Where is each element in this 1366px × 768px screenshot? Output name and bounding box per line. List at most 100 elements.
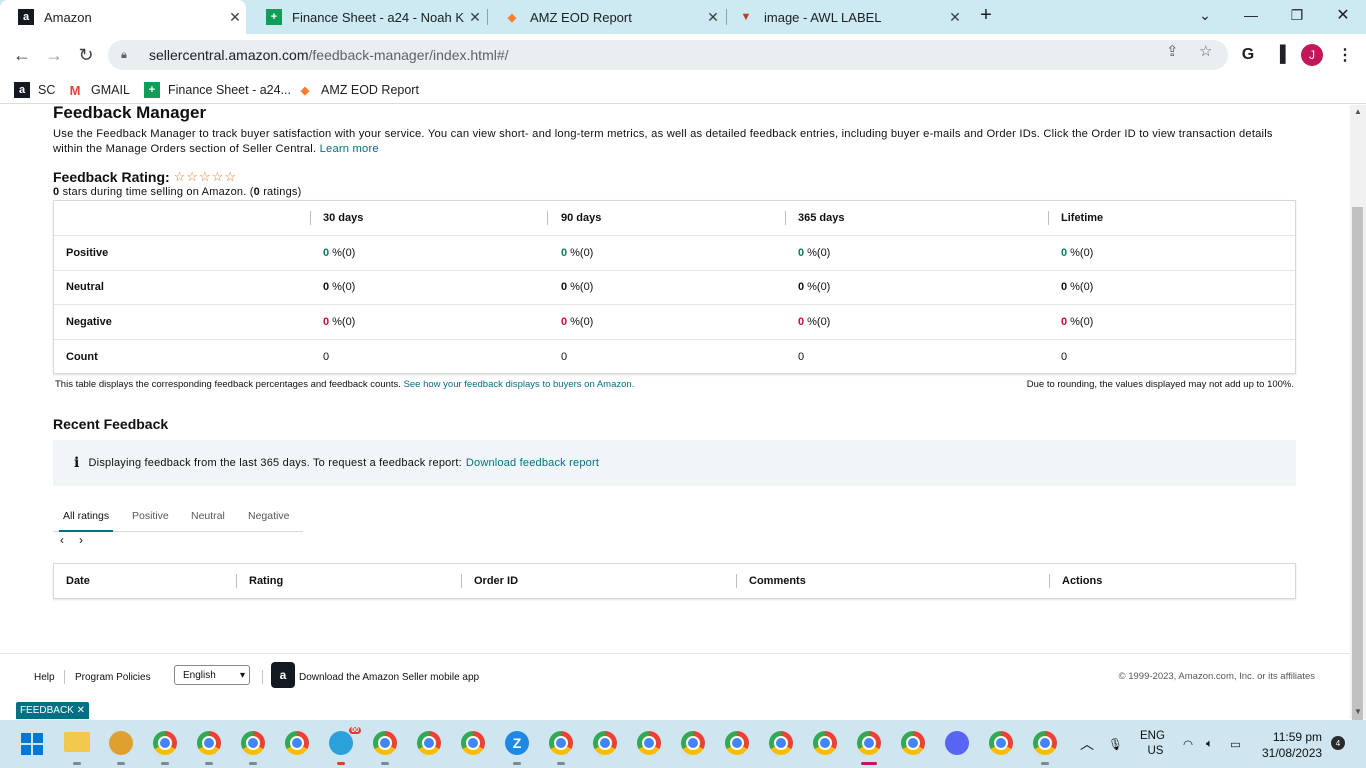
footer-divider bbox=[262, 670, 263, 684]
chrome-profile-icon[interactable] bbox=[901, 731, 925, 755]
table-cell: 0 %(0) bbox=[323, 281, 356, 293]
zoom-icon[interactable]: Z bbox=[505, 731, 529, 755]
close-icon[interactable]: ✕ bbox=[224, 9, 246, 26]
bookmark-label: AMZ EOD Report bbox=[321, 83, 419, 97]
help-link[interactable]: Help bbox=[34, 672, 55, 683]
table-cell: 0 %(0) bbox=[1061, 247, 1094, 259]
close-icon[interactable]: ✕ bbox=[464, 9, 486, 26]
address-bar[interactable]: 🔒︎ sellercentral.amazon.com/feedback-man… bbox=[108, 40, 1228, 70]
google-icon[interactable]: G bbox=[1237, 44, 1259, 66]
scroll-up-icon[interactable]: ▲ bbox=[1350, 107, 1366, 119]
chevron-left-icon[interactable]: ‹ bbox=[60, 533, 64, 547]
tab-awl-label[interactable]: ▼ image - AWL LABEL ✕ bbox=[720, 0, 966, 34]
chevron-up-icon[interactable]: ︿ bbox=[1080, 720, 1094, 768]
chrome-profile-icon[interactable] bbox=[241, 731, 265, 755]
chrome-profile-icon[interactable] bbox=[417, 731, 441, 755]
lock-icon: 🔒︎ bbox=[121, 48, 127, 61]
program-policies-link[interactable]: Program Policies bbox=[75, 672, 151, 683]
bookmark-sc[interactable]: a SC bbox=[14, 81, 55, 99]
forward-icon[interactable]: → bbox=[41, 42, 67, 68]
chrome-profile-icon[interactable] bbox=[989, 731, 1013, 755]
chrome-profile-icon[interactable] bbox=[681, 731, 705, 755]
bookmark-amz-eod[interactable]: ◆ AMZ EOD Report bbox=[297, 81, 419, 99]
volume-icon[interactable]: 🔈︎ bbox=[1206, 720, 1213, 768]
chrome-profile-icon[interactable] bbox=[549, 731, 573, 755]
feedback-display-link[interactable]: See how your feedback displays to buyers… bbox=[404, 379, 635, 390]
window-close-button[interactable]: ✕ bbox=[1320, 0, 1366, 30]
bookmark-finance-sheet[interactable]: + Finance Sheet - a24... bbox=[144, 81, 291, 99]
bookmark-gmail[interactable]: M GMAIL bbox=[67, 81, 130, 99]
wifi-icon[interactable]: ◠ bbox=[1183, 720, 1193, 768]
chrome-profile-icon[interactable] bbox=[461, 731, 485, 755]
row-label: Negative bbox=[66, 316, 112, 328]
chrome-profile-icon[interactable] bbox=[637, 731, 661, 755]
table-cell: 0 bbox=[798, 351, 805, 363]
clickup-icon: ◆ bbox=[300, 84, 310, 97]
minimize-button[interactable]: — bbox=[1228, 0, 1274, 30]
chrome-profile-icon[interactable] bbox=[197, 731, 221, 755]
windows-start-icon[interactable] bbox=[21, 733, 43, 755]
close-icon[interactable]: ✕ bbox=[77, 705, 85, 716]
learn-more-link[interactable]: Learn more bbox=[320, 143, 379, 155]
app-icon[interactable] bbox=[109, 731, 133, 755]
telegram-icon[interactable]: 00 bbox=[329, 727, 361, 755]
tab-amazon[interactable]: a Amazon ✕ bbox=[0, 0, 246, 34]
close-icon[interactable]: ✕ bbox=[944, 9, 966, 26]
battery-icon[interactable]: ▭ bbox=[1230, 720, 1241, 768]
amazon-seller-app-icon[interactable]: a bbox=[271, 662, 295, 688]
chrome-profile-icon[interactable] bbox=[813, 731, 837, 755]
language-select[interactable]: English ▾ bbox=[174, 665, 250, 685]
chrome-profile-icon[interactable] bbox=[769, 731, 793, 755]
table-cell: 0 %(0) bbox=[561, 281, 594, 293]
discord-icon[interactable] bbox=[945, 731, 969, 755]
tab-amz-eod[interactable]: ◆ AMZ EOD Report ✕ bbox=[486, 0, 724, 34]
mobile-app-link[interactable]: Download the Amazon Seller mobile app bbox=[299, 672, 479, 683]
rating-stars: ☆☆☆☆☆ bbox=[173, 169, 237, 184]
side-panel-icon[interactable]: ▐ bbox=[1269, 44, 1291, 66]
microphone-icon[interactable]: 🎙︎ bbox=[1108, 720, 1123, 768]
chrome-profile-icon[interactable] bbox=[1033, 731, 1057, 755]
restore-button[interactable]: ❐ bbox=[1274, 0, 1320, 30]
share-icon[interactable]: ⇪ bbox=[1166, 42, 1179, 60]
chrome-profile-icon[interactable] bbox=[285, 731, 309, 755]
bookmark-label: GMAIL bbox=[91, 83, 130, 97]
chevron-right-icon[interactable]: › bbox=[79, 533, 83, 547]
language-indicator[interactable]: ENG US bbox=[1140, 720, 1165, 768]
chrome-profile-icon[interactable] bbox=[373, 731, 397, 755]
notification-badge[interactable]: 4 bbox=[1331, 736, 1345, 750]
chrome-profile-icon[interactable] bbox=[725, 731, 749, 755]
bookmark-star-icon[interactable]: ☆ bbox=[1199, 42, 1212, 60]
system-clock[interactable]: 11:59 pm 31/08/2023 bbox=[1262, 729, 1322, 761]
table-cell: 0 %(0) bbox=[1061, 281, 1094, 293]
scroll-thumb[interactable] bbox=[1352, 207, 1363, 768]
profile-avatar[interactable]: J bbox=[1301, 44, 1323, 66]
file-explorer-icon[interactable] bbox=[64, 732, 90, 752]
table-cell: 0 bbox=[1061, 351, 1068, 363]
table-row-positive: Positive 0 %(0) 0 %(0) 0 %(0) 0 %(0) bbox=[54, 236, 1295, 271]
table-row-count: Count 0 0 0 0 bbox=[54, 340, 1295, 375]
page-content: Feedback Manager Use the Feedback Manage… bbox=[0, 105, 1350, 705]
row-label: Neutral bbox=[66, 281, 104, 293]
tab-title: AMZ EOD Report bbox=[530, 9, 632, 25]
page-scrollbar[interactable]: ▲ ▼ bbox=[1350, 105, 1366, 768]
chrome-profile-icon[interactable] bbox=[857, 731, 881, 755]
menu-icon[interactable]: ⋮ bbox=[1334, 44, 1356, 66]
reload-icon[interactable]: ↻ bbox=[73, 42, 99, 68]
browser-toolbar: ← → ↻ 🔒︎ sellercentral.amazon.com/feedba… bbox=[0, 34, 1366, 76]
back-icon[interactable]: ← bbox=[9, 42, 35, 68]
tab-title: Amazon bbox=[44, 9, 92, 25]
tab-all-ratings[interactable]: All ratings bbox=[58, 500, 114, 532]
tab-positive[interactable]: Positive bbox=[132, 500, 169, 531]
tab-negative[interactable]: Negative bbox=[248, 500, 289, 531]
new-tab-button[interactable]: + bbox=[964, 0, 1008, 30]
chevron-down-icon[interactable]: ⌄ bbox=[1182, 0, 1228, 30]
download-report-link[interactable]: Download feedback report bbox=[466, 457, 599, 469]
tab-neutral[interactable]: Neutral bbox=[191, 500, 225, 531]
tab-finance-sheet[interactable]: + Finance Sheet - a24 - Noah King ✕ bbox=[248, 0, 486, 34]
awl-icon: ▼ bbox=[740, 11, 752, 23]
chrome-profile-icon[interactable] bbox=[153, 731, 177, 755]
info-alert: i Displaying feedback from the last 365 … bbox=[53, 440, 1296, 486]
feedback-button[interactable]: FEEDBACK ✕ bbox=[16, 702, 89, 719]
scroll-down-icon[interactable]: ▼ bbox=[1350, 707, 1366, 719]
chrome-profile-icon[interactable] bbox=[593, 731, 617, 755]
